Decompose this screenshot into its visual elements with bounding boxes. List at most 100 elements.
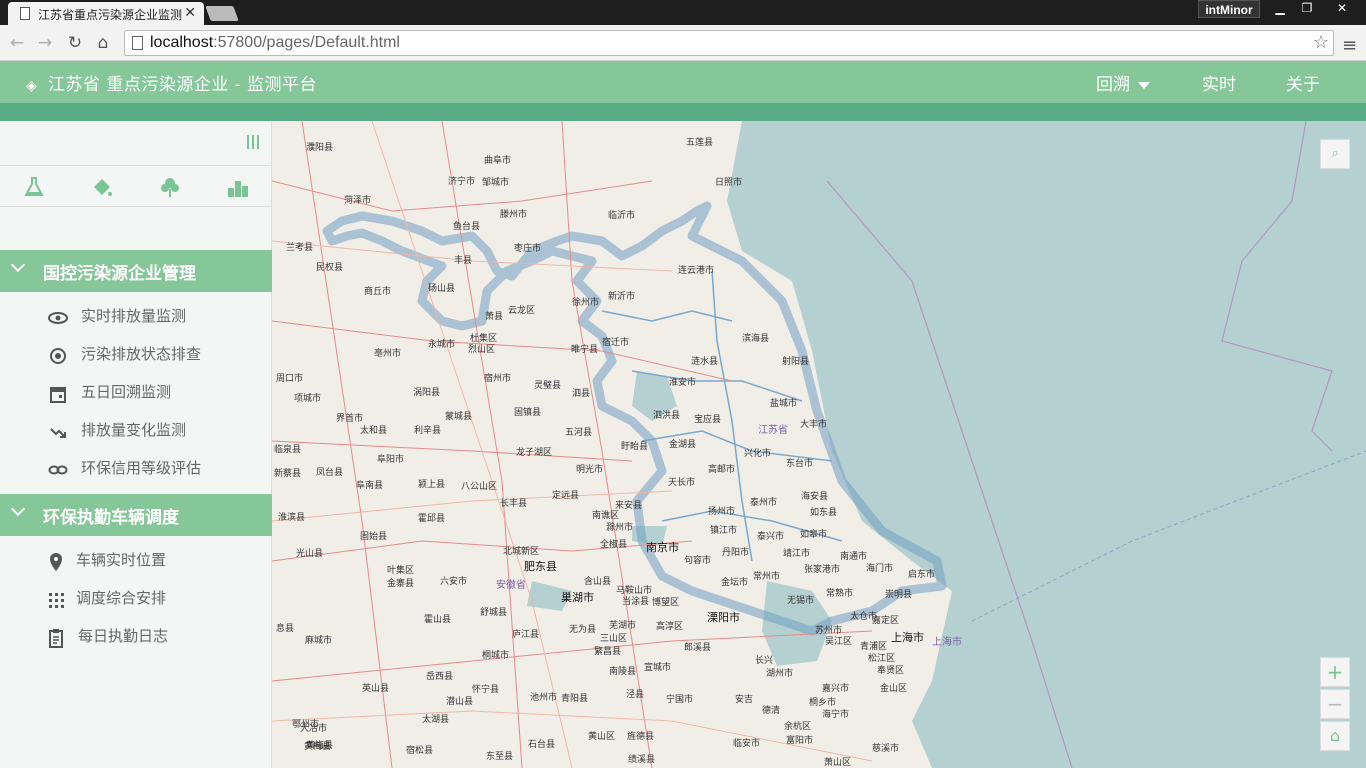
map-label: 界首市 bbox=[336, 414, 364, 424]
menu-icon[interactable]: ≡ bbox=[1342, 35, 1357, 56]
chevron-down-icon bbox=[10, 501, 26, 517]
map-label: 砀山县 bbox=[428, 284, 456, 294]
map-label: 阜阳市 bbox=[377, 455, 405, 465]
map-label: 周口市 bbox=[276, 374, 304, 384]
profile-badge[interactable]: intMinor bbox=[1198, 0, 1260, 18]
bar-chart-icon[interactable] bbox=[226, 175, 250, 199]
menu-item-label: 环保信用等级评估 bbox=[81, 459, 202, 477]
map-label: 金寨县 bbox=[387, 579, 415, 589]
close-window-icon[interactable]: ✕ bbox=[1320, 0, 1364, 18]
map-label: 临安市 bbox=[733, 739, 761, 749]
nav-history[interactable]: 回溯 bbox=[1096, 70, 1150, 95]
target-icon bbox=[50, 348, 66, 364]
menu-item-realtime-emission[interactable]: 实时排放量监测 bbox=[0, 298, 272, 336]
map-label: 涟水县 bbox=[691, 357, 719, 367]
menu-item-status-check[interactable]: 污染排放状态排查 bbox=[0, 336, 272, 374]
menu-item-label: 污染排放状态排查 bbox=[81, 345, 202, 363]
section-header-vehicles[interactable]: 环保执勤车辆调度 bbox=[0, 494, 272, 536]
sidebar: 国控污染源企业管理 实时排放量监测 污染排放状态排查 五日回溯监测 排放量变化监… bbox=[0, 121, 272, 768]
map-label: 鄂州市 bbox=[292, 720, 320, 730]
map-label: 靖江市 bbox=[783, 549, 811, 559]
browser-toolbar: ← → ↻ ⌂ localhost:57800/pages/Default.ht… bbox=[0, 25, 1366, 61]
address-bar[interactable]: localhost:57800/pages/Default.html ☆ bbox=[124, 30, 1334, 56]
bookmark-star-icon[interactable]: ☆ bbox=[1313, 32, 1329, 53]
home-icon[interactable]: ⌂ bbox=[1320, 721, 1350, 751]
map-label: 宿迁市 bbox=[602, 338, 630, 348]
map-label: 五莲县 bbox=[686, 138, 714, 148]
map-search-icon[interactable]: ⌕ bbox=[1320, 139, 1350, 169]
map-label: 丹阳市 bbox=[722, 548, 750, 558]
tree-icon[interactable] bbox=[158, 175, 182, 199]
map-label: 盱眙县 bbox=[621, 442, 649, 452]
menu-item-vehicle-location[interactable]: 车辆实时位置 bbox=[0, 542, 272, 580]
back-icon[interactable]: ← bbox=[6, 32, 28, 54]
map-label: 舒城县 bbox=[480, 608, 508, 618]
map-view[interactable]: 濮阳县 菏泽市 曲阜市 济宁市 邹城市 五莲县 日照市 兰考县 民权县 鱼台县 … bbox=[272, 121, 1366, 768]
new-tab-button[interactable] bbox=[205, 6, 239, 21]
map-label: 嘉兴市 bbox=[822, 684, 850, 694]
paint-bucket-icon[interactable] bbox=[90, 175, 114, 199]
map-label: 金湖县 bbox=[669, 440, 697, 450]
map-label: 萧县 bbox=[485, 312, 504, 322]
map-label: 泰州市 bbox=[750, 498, 778, 508]
map-label: 宿州市 bbox=[484, 374, 512, 384]
map-label: 嘉定区 bbox=[872, 616, 900, 626]
map-label: 亳州市 bbox=[374, 349, 402, 359]
map-label: 丰县 bbox=[454, 256, 473, 266]
menu-item-credit-rating[interactable]: 环保信用等级评估 bbox=[0, 450, 272, 488]
map-label: 濮阳县 bbox=[306, 143, 334, 153]
map-label: 湖州市 bbox=[766, 669, 794, 679]
map-label: 郎溪县 bbox=[684, 643, 712, 653]
flask-icon[interactable] bbox=[22, 175, 46, 199]
map-label: 泗县 bbox=[572, 389, 591, 399]
forward-icon[interactable]: → bbox=[34, 32, 56, 54]
map-label: 云龙区 bbox=[508, 306, 536, 316]
page-icon bbox=[20, 7, 30, 20]
minimize-icon[interactable]: ▁ bbox=[1266, 0, 1294, 18]
menu-item-five-day[interactable]: 五日回溯监测 bbox=[0, 374, 272, 412]
header-subbar bbox=[0, 103, 1366, 121]
home-icon[interactable]: ⌂ bbox=[92, 32, 114, 54]
menu-item-change-monitor[interactable]: 排放量变化监测 bbox=[0, 412, 272, 450]
menu-item-dispatch-plan[interactable]: 调度综合安排 bbox=[0, 580, 272, 618]
map-label: 怀宁县 bbox=[472, 685, 500, 695]
map-label: 天长市 bbox=[668, 478, 696, 488]
map-label: 睢宁县 bbox=[571, 345, 599, 355]
map-label: 奉贤区 bbox=[877, 666, 905, 676]
map-label: 八公山区 bbox=[461, 482, 498, 492]
trending-down-icon bbox=[50, 428, 66, 438]
app-title[interactable]: ◈ 江苏省 重点污染源企业 - 监测平台 bbox=[26, 70, 317, 95]
map-label: 麻城市 bbox=[305, 636, 333, 646]
map-label: 淮安市 bbox=[669, 378, 697, 388]
province-label: 安徽省 bbox=[496, 580, 526, 591]
browser-tab[interactable]: 江苏省重点污染源企业监测 ✕ bbox=[8, 2, 204, 25]
zoom-in-icon[interactable]: + bbox=[1320, 657, 1350, 687]
nav-realtime[interactable]: 实时 bbox=[1202, 70, 1236, 95]
map-label: 新沂市 bbox=[608, 292, 636, 302]
map-label: 德清 bbox=[762, 706, 781, 716]
menu-item-label: 每日执勤日志 bbox=[78, 627, 169, 645]
map-label: 南京市 bbox=[646, 541, 679, 554]
close-tab-icon[interactable]: ✕ bbox=[184, 5, 196, 21]
map-label: 大丰市 bbox=[800, 420, 828, 430]
nav-about[interactable]: 关于 bbox=[1286, 70, 1320, 95]
map-label: 高邮市 bbox=[708, 465, 736, 475]
map-label: 无为县 bbox=[569, 625, 597, 635]
zoom-out-icon[interactable]: − bbox=[1320, 689, 1350, 719]
map-label: 北城新区 bbox=[503, 547, 540, 557]
map-label: 阜南县 bbox=[356, 481, 384, 491]
section-header-pollution[interactable]: 国控污染源企业管理 bbox=[0, 250, 272, 292]
map-label: 连云港市 bbox=[678, 266, 715, 276]
map-label: 巢湖市 bbox=[561, 591, 594, 604]
map-label: 兰考县 bbox=[286, 243, 314, 253]
map-label: 定远县 bbox=[552, 491, 580, 501]
reload-icon[interactable]: ↻ bbox=[64, 32, 86, 54]
browser-tabstrip: 江苏省重点污染源企业监测 ✕ intMinor ▁ ❐ ✕ bbox=[0, 0, 1366, 25]
map-label: 光山县 bbox=[296, 549, 324, 559]
map-label: 萧山区 bbox=[824, 758, 852, 768]
map-label: 明光市 bbox=[576, 465, 604, 475]
sidebar-toggle-icon[interactable] bbox=[247, 135, 259, 149]
map-label: 民权县 bbox=[316, 263, 344, 273]
restore-icon[interactable]: ❐ bbox=[1294, 0, 1320, 18]
menu-item-daily-log[interactable]: 每日执勤日志 bbox=[0, 618, 272, 656]
